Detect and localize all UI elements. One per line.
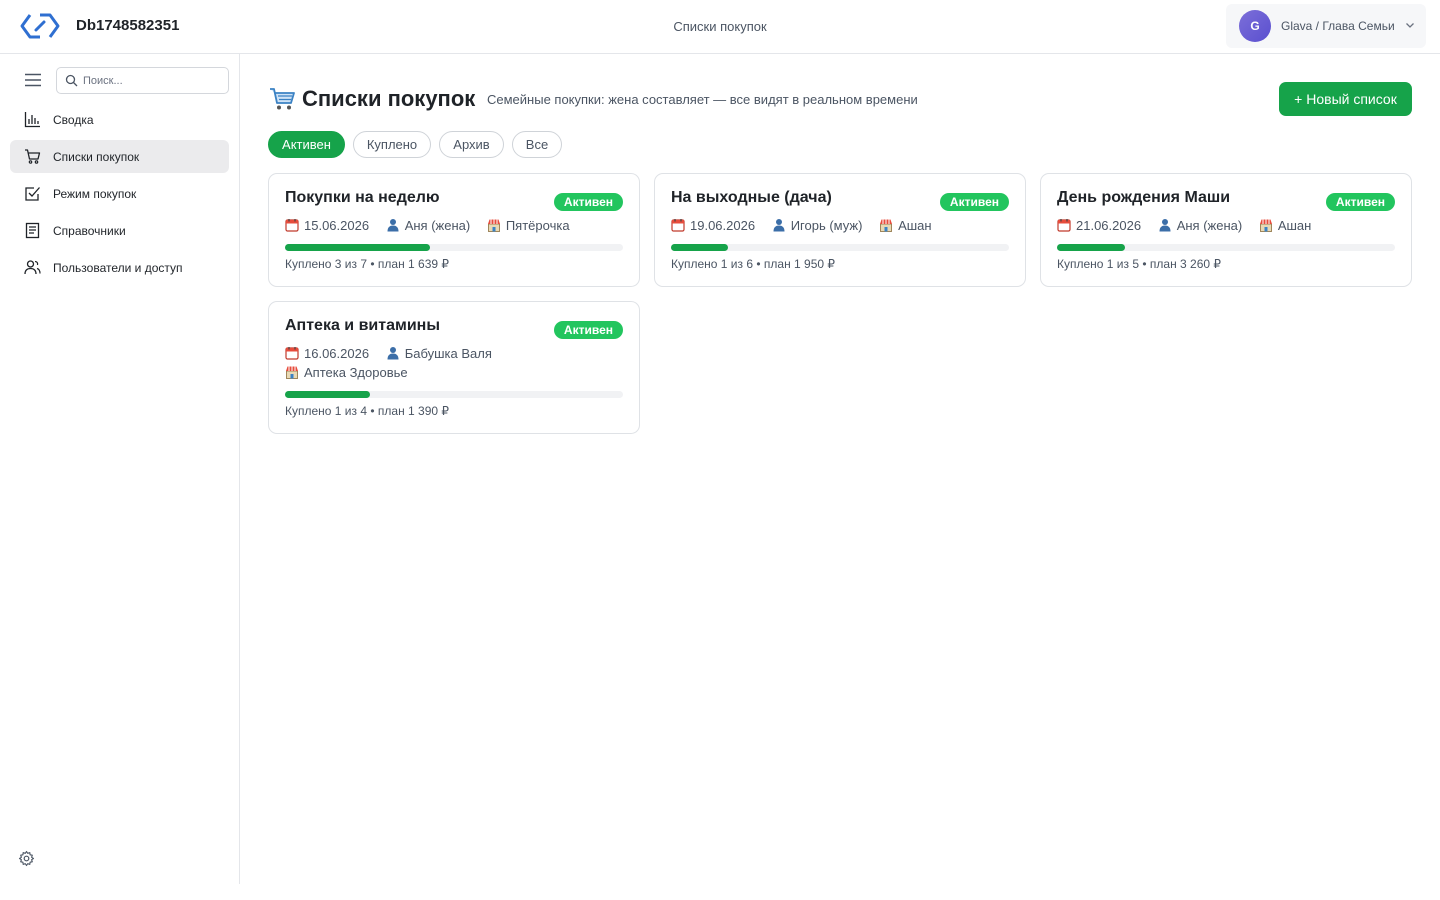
status-badge: Активен: [939, 193, 1009, 211]
list-store: Аптека Здоровье: [304, 365, 408, 380]
store-icon: [487, 219, 500, 232]
list-meta: 16.06.2026 Бабушка Валя: [285, 346, 505, 361]
status-badge: Активен: [1325, 193, 1395, 211]
list-meta: 19.06.2026 Игорь (муж) Ашан: [671, 218, 945, 233]
page-subtitle: Семейные покупки: жена составляет — все …: [487, 92, 918, 107]
checkbox-icon: [25, 187, 40, 201]
sidebar-item-label: Сводка: [53, 113, 94, 127]
progress-bar: [285, 244, 623, 251]
search-box[interactable]: [56, 67, 229, 94]
list-card[interactable]: День рождения Маши Активен 21.06.2026 Ан…: [1040, 173, 1412, 287]
avatar: G: [1239, 10, 1271, 42]
person-icon: [387, 219, 399, 232]
person-icon: [1159, 219, 1171, 232]
list-card[interactable]: На выходные (дача) Активен 19.06.2026 Иг…: [654, 173, 1026, 287]
search-input[interactable]: [83, 72, 223, 90]
list-date: 19.06.2026: [690, 218, 756, 233]
list-card[interactable]: Аптека и витамины Активен 16.06.2026 Баб…: [268, 301, 640, 434]
person-icon: [387, 347, 399, 360]
sidebar-item-shopping-mode[interactable]: Режим покупок: [10, 177, 229, 210]
list-summary: Куплено 1 из 4 • план 1 390 ₽: [285, 404, 450, 418]
store-icon: [880, 219, 893, 232]
list-person: Игорь (муж): [790, 218, 863, 233]
list-store: Ашан: [898, 218, 932, 233]
progress-fill: [285, 244, 431, 251]
sidebar-item-summary[interactable]: Сводка: [10, 103, 229, 136]
progress-bar: [1057, 244, 1395, 251]
top-bar: Db1748582351 Списки покупок G Glava / Гл…: [0, 0, 1440, 54]
progress-fill: [671, 244, 729, 251]
sidebar: Сводка Списки покупок Режим покупок Спра…: [0, 54, 240, 884]
list-meta: Аптека Здоровье: [285, 365, 421, 380]
person-icon: [773, 219, 785, 232]
progress-fill: [285, 391, 370, 398]
list-date: 16.06.2026: [304, 346, 370, 361]
gear-icon[interactable]: [18, 850, 35, 867]
sidebar-item-references[interactable]: Справочники: [10, 214, 229, 247]
book-icon: [25, 222, 40, 239]
list-title: Покупки на неделю: [285, 189, 440, 206]
progress-bar: [671, 244, 1009, 251]
cart-icon: [25, 149, 41, 164]
status-badge: Активен: [553, 193, 623, 211]
user-name: Glava / Глава Семьи: [1281, 19, 1395, 33]
progress-fill: [1057, 244, 1125, 251]
calendar-icon: [285, 219, 299, 232]
calendar-icon: [1057, 219, 1071, 232]
list-person: Аня (жена): [1176, 218, 1243, 233]
filter-active[interactable]: Активен: [268, 131, 345, 158]
list-store: Пятёрочка: [505, 218, 570, 233]
list-meta: 21.06.2026 Аня (жена) Ашан: [1057, 218, 1324, 233]
cart-icon: [270, 88, 295, 110]
sidebar-item-label: Списки покупок: [53, 150, 140, 164]
sidebar-item-users[interactable]: Пользователи и доступ: [10, 251, 229, 284]
list-title: День рождения Маши: [1057, 189, 1231, 206]
list-summary: Куплено 1 из 5 • план 3 260 ₽: [1057, 257, 1222, 271]
calendar-icon: [671, 219, 685, 232]
sidebar-item-label: Режим покупок: [53, 187, 137, 201]
list-title: На выходные (дача): [671, 189, 832, 206]
sidebar-item-label: Справочники: [53, 224, 126, 238]
sidebar-item-shopping-lists[interactable]: Списки покупок: [10, 140, 229, 173]
menu-icon[interactable]: [24, 73, 42, 87]
chevron-down-icon: [1406, 23, 1414, 28]
progress-bar: [285, 391, 623, 398]
filter-bought[interactable]: Куплено: [353, 131, 431, 158]
list-date: 15.06.2026: [304, 218, 370, 233]
store-icon: [286, 366, 298, 379]
list-person: Бабушка Валя: [404, 346, 492, 361]
list-date: 21.06.2026: [1076, 218, 1142, 233]
page-title: Списки покупок: [302, 86, 476, 111]
filter-archive[interactable]: Архив: [439, 131, 504, 158]
users-icon: [24, 260, 41, 275]
list-meta: 15.06.2026 Аня (жена) Пятёрочка: [285, 218, 583, 233]
calendar-icon: [285, 347, 299, 360]
sidebar-item-label: Пользователи и доступ: [53, 261, 183, 275]
list-summary: Куплено 3 из 7 • план 1 639 ₽: [285, 257, 450, 271]
header-page-title: Списки покупок: [673, 19, 767, 34]
new-list-button[interactable]: + Новый список: [1279, 82, 1412, 116]
list-title: Аптека и витамины: [285, 317, 440, 334]
list-person: Аня (жена): [404, 218, 471, 233]
list-card[interactable]: Покупки на неделю Активен 15.06.2026 Аня…: [268, 173, 640, 287]
store-icon: [1259, 219, 1272, 232]
list-summary: Куплено 1 из 6 • план 1 950 ₽: [671, 257, 836, 271]
bar-chart-icon: [24, 112, 40, 128]
user-menu[interactable]: G Glava / Глава Семьи: [1226, 4, 1426, 48]
filter-all[interactable]: Все: [512, 131, 562, 158]
status-badge: Активен: [553, 321, 623, 339]
list-store: Ашан: [1277, 218, 1312, 233]
search-icon: [65, 74, 78, 87]
